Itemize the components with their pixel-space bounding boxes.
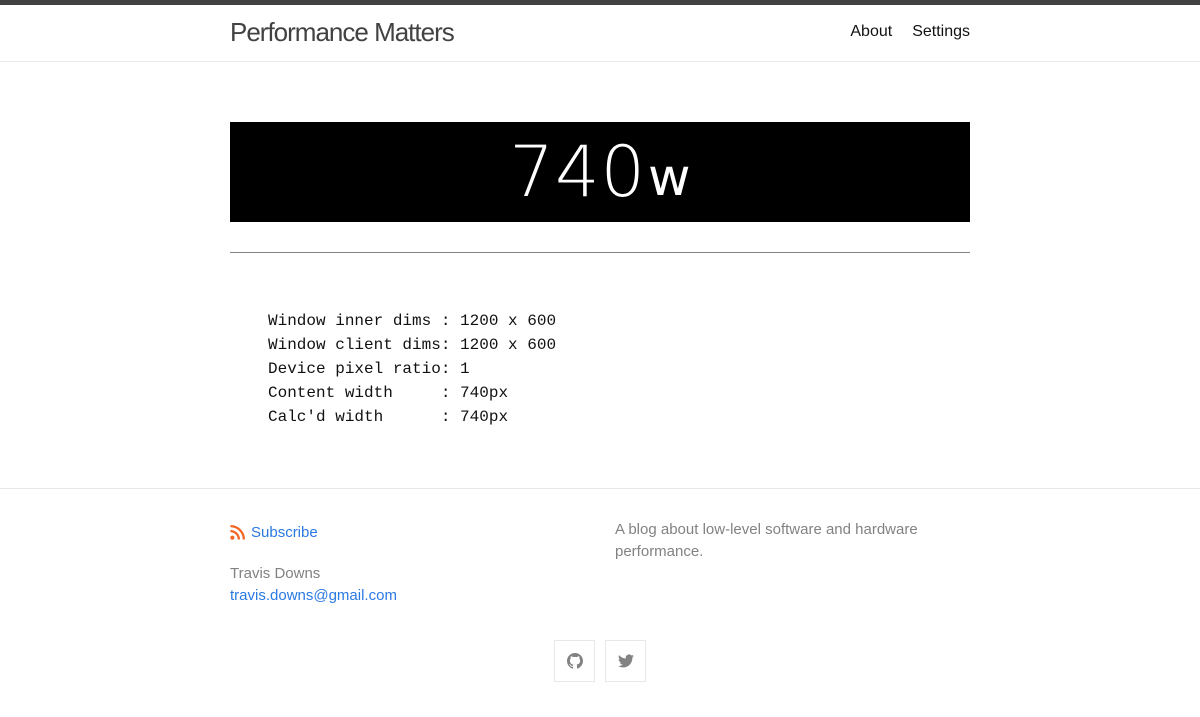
site-description: A blog about low-level software and hard… <box>615 521 918 560</box>
site-header: Performance Matters About Settings <box>0 5 1200 62</box>
github-button[interactable] <box>554 640 595 682</box>
github-icon <box>566 653 583 669</box>
nav-link-settings[interactable]: Settings <box>912 22 970 42</box>
author-email-link[interactable]: travis.downs@gmail.com <box>230 585 397 607</box>
content-divider <box>230 252 970 253</box>
twitter-button[interactable] <box>605 640 646 682</box>
site-nav: About Settings <box>850 22 970 42</box>
subscribe-label: Subscribe <box>251 524 318 541</box>
dims-line-content-width: Content width : 740px <box>268 384 509 402</box>
window-dims-block: Window inner dims : 1200 x 600 Window cli… <box>268 309 556 429</box>
site-footer: Subscribe Travis Downs travis.downs@gmai… <box>0 488 1200 717</box>
twitter-icon <box>617 654 634 668</box>
dims-line-inner: Window inner dims : 1200 x 600 <box>268 312 557 330</box>
dims-line-client: Window client dims: 1200 x 600 <box>268 336 557 354</box>
rss-icon <box>230 525 245 540</box>
width-banner: 740 w <box>230 122 970 222</box>
dims-line-calcd-width: Calc'd width : 740px <box>268 408 509 426</box>
banner-width-number: 740 <box>509 131 647 213</box>
site-title-link[interactable]: Performance Matters <box>230 17 455 47</box>
subscribe-link[interactable]: Subscribe <box>230 524 318 541</box>
author-name: Travis Downs <box>230 565 321 582</box>
dims-line-dpr: Device pixel ratio: 1 <box>268 360 470 378</box>
banner-width-suffix: w <box>648 148 691 208</box>
nav-link-about[interactable]: About <box>850 22 892 42</box>
social-links <box>554 640 646 682</box>
